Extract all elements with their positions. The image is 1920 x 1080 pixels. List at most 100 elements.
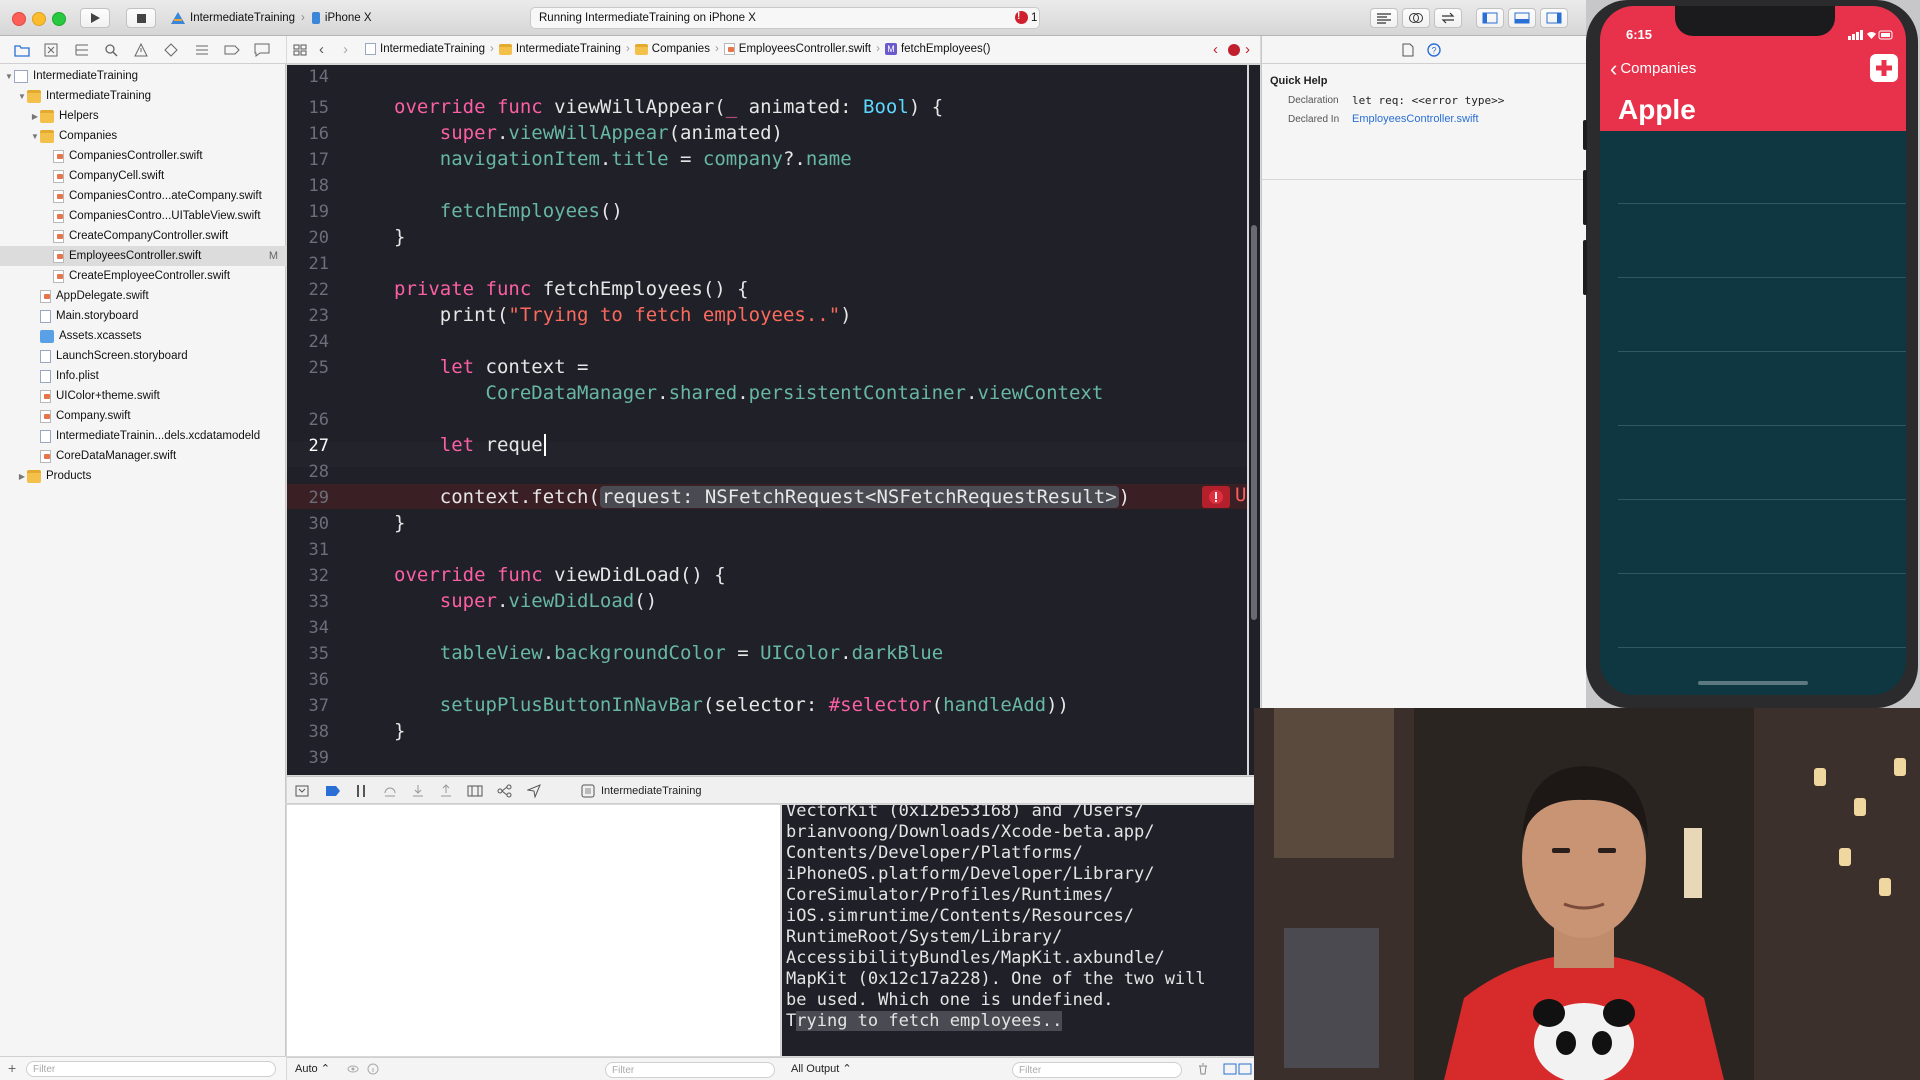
step-into-icon[interactable] bbox=[411, 784, 425, 798]
step-over-icon[interactable] bbox=[383, 784, 397, 798]
left-panel-icon bbox=[1482, 12, 1498, 24]
file-tree-item[interactable]: ▶ Helpers bbox=[0, 106, 286, 126]
file-tree-label: CompaniesContro...UITableView.swift bbox=[69, 210, 261, 222]
breadcrumb-project[interactable]: IntermediateTraining bbox=[380, 43, 485, 55]
table-separator bbox=[1618, 647, 1906, 648]
code-line: } bbox=[394, 512, 406, 534]
hide-debug-icon[interactable] bbox=[295, 785, 309, 797]
pause-icon[interactable] bbox=[355, 784, 367, 798]
close-window-button[interactable] bbox=[12, 12, 26, 26]
standard-editor-button[interactable] bbox=[1370, 8, 1398, 28]
source-editor[interactable]: 14 15 16 17 18 19 20 21 22 23 24 25 26 27 28 29 30 31 32 33… bbox=[287, 65, 1247, 775]
file-tree-item[interactable]: AppDelegate.swift bbox=[0, 286, 286, 306]
file-tree-item[interactable]: CompanyCell.swift bbox=[0, 166, 286, 186]
add-company-button[interactable] bbox=[1870, 54, 1898, 82]
back-button[interactable]: ‹ Companies bbox=[1610, 58, 1696, 80]
variables-scope-selector[interactable]: Auto ⌃ bbox=[295, 1062, 330, 1075]
file-tree-item[interactable]: CreateEmployeeController.swift bbox=[0, 266, 286, 286]
version-editor-button[interactable] bbox=[1434, 8, 1462, 28]
code-line: navigationItem.title = company?.name bbox=[439, 148, 852, 170]
error-message[interactable]: U bbox=[1235, 484, 1246, 506]
file-tree-item[interactable]: ▶ Products bbox=[0, 466, 286, 486]
variables-filter-field[interactable]: Filter bbox=[605, 1062, 775, 1078]
scroll-thumb[interactable] bbox=[1251, 225, 1257, 620]
console-output[interactable]: VectorKit (0x12be53168) and /Users/brian… bbox=[782, 805, 1260, 1056]
editor-scrollbar[interactable] bbox=[1249, 65, 1260, 775]
file-tree-item[interactable]: EmployeesController.swift M bbox=[0, 246, 286, 266]
file-tree-item[interactable]: CreateCompanyController.swift bbox=[0, 226, 286, 246]
debug-gauge-icon[interactable] bbox=[194, 43, 210, 57]
breadcrumb-group[interactable]: IntermediateTraining bbox=[516, 43, 621, 55]
file-tree-item[interactable]: UIColor+theme.swift bbox=[0, 386, 286, 406]
file-tree-item[interactable]: IntermediateTrainin...dels.xcdatamodeld bbox=[0, 426, 286, 446]
file-tree-item[interactable]: CompaniesContro...UITableView.swift bbox=[0, 206, 286, 226]
error-icon[interactable] bbox=[1228, 44, 1240, 56]
file-tree-item[interactable]: Main.storyboard bbox=[0, 306, 286, 326]
breadcrumb-file[interactable]: EmployeesController.swift bbox=[739, 43, 871, 55]
add-icon[interactable]: + bbox=[8, 1060, 16, 1076]
previous-issue-icon[interactable]: ‹ bbox=[1213, 41, 1218, 58]
console-line: RuntimeRoot/System/Library/ bbox=[786, 927, 1063, 947]
assistant-editor-button[interactable] bbox=[1402, 8, 1430, 28]
hierarchy-icon[interactable] bbox=[74, 43, 90, 57]
minimize-window-button[interactable] bbox=[32, 12, 46, 26]
test-diamond-icon[interactable] bbox=[164, 43, 178, 57]
toggle-navigator-button[interactable] bbox=[1476, 8, 1504, 28]
split-view-icon[interactable] bbox=[1223, 1063, 1253, 1075]
warning-icon[interactable] bbox=[134, 43, 148, 57]
disclosure-open-icon[interactable]: ▼ bbox=[4, 72, 14, 81]
plist-icon bbox=[40, 369, 51, 383]
toggle-inspector-button[interactable] bbox=[1540, 8, 1568, 28]
line-number: 26 bbox=[308, 410, 329, 430]
breakpoints-toggle-icon[interactable] bbox=[325, 785, 341, 797]
disclosure-open-icon[interactable]: ▼ bbox=[17, 92, 27, 101]
notch bbox=[1675, 6, 1835, 36]
file-tree-item[interactable]: CompaniesContro...ateCompany.swift bbox=[0, 186, 286, 206]
file-tree-item[interactable]: Company.swift bbox=[0, 406, 286, 426]
run-button[interactable] bbox=[80, 8, 110, 28]
related-items-icon[interactable] bbox=[293, 44, 307, 56]
folder-icon[interactable] bbox=[14, 43, 30, 57]
help-icon[interactable]: ? bbox=[1427, 43, 1441, 57]
breadcrumb-method[interactable]: fetchEmployees() bbox=[901, 43, 990, 55]
error-badge[interactable] bbox=[1202, 486, 1230, 508]
table-separator bbox=[1618, 277, 1906, 278]
console-filter-field[interactable]: Filter bbox=[1012, 1062, 1182, 1078]
console-output-selector[interactable]: All Output ⌃ bbox=[791, 1062, 852, 1075]
file-tree-item[interactable]: CompaniesController.swift bbox=[0, 146, 286, 166]
breadcrumb: IntermediateTraining › IntermediateTrain… bbox=[365, 43, 990, 55]
file-tree-item[interactable]: Info.plist bbox=[0, 366, 286, 386]
source-control-icon[interactable] bbox=[44, 43, 58, 57]
file-tree-item[interactable]: ▼ IntermediateTraining bbox=[0, 66, 286, 86]
breadcrumb-folder[interactable]: Companies bbox=[652, 43, 710, 55]
trash-icon[interactable] bbox=[1197, 1063, 1209, 1075]
memory-graph-icon[interactable] bbox=[497, 784, 513, 798]
toggle-debug-area-button[interactable] bbox=[1508, 8, 1536, 28]
disclosure-closed-icon[interactable]: ▶ bbox=[30, 112, 40, 121]
disclosure-closed-icon[interactable]: ▶ bbox=[17, 472, 27, 481]
report-icon[interactable] bbox=[254, 43, 270, 57]
location-icon[interactable] bbox=[527, 784, 541, 798]
search-icon[interactable] bbox=[104, 43, 118, 57]
navigator-filter-field[interactable]: Filter bbox=[26, 1061, 276, 1077]
zoom-window-button[interactable] bbox=[52, 12, 66, 26]
breakpoint-icon[interactable] bbox=[224, 43, 240, 57]
eye-icon[interactable] bbox=[347, 1063, 359, 1075]
file-tree-item[interactable]: LaunchScreen.storyboard bbox=[0, 346, 286, 366]
file-tree-item[interactable]: Assets.xcassets bbox=[0, 326, 286, 346]
file-tree-item[interactable]: ▼ Companies bbox=[0, 126, 286, 146]
back-arrow-icon[interactable]: ‹ bbox=[319, 41, 324, 58]
forward-arrow-icon[interactable]: › bbox=[343, 41, 348, 58]
next-issue-icon[interactable]: › bbox=[1245, 41, 1250, 58]
file-tree-item[interactable]: CoreDataManager.swift bbox=[0, 446, 286, 466]
file-tree-item[interactable]: ▼ IntermediateTraining bbox=[0, 86, 286, 106]
file-inspector-icon[interactable] bbox=[1402, 43, 1414, 57]
view-hierarchy-icon[interactable] bbox=[467, 784, 483, 798]
step-out-icon[interactable] bbox=[439, 784, 453, 798]
disclosure-open-icon[interactable]: ▼ bbox=[30, 132, 40, 141]
info-icon[interactable] bbox=[367, 1063, 379, 1075]
stop-button[interactable] bbox=[126, 8, 156, 28]
table-separator bbox=[1618, 573, 1906, 574]
declared-in-link[interactable]: EmployeesController.swift bbox=[1352, 113, 1479, 125]
scheme-selector[interactable]: IntermediateTraining › iPhone X bbox=[170, 8, 372, 28]
